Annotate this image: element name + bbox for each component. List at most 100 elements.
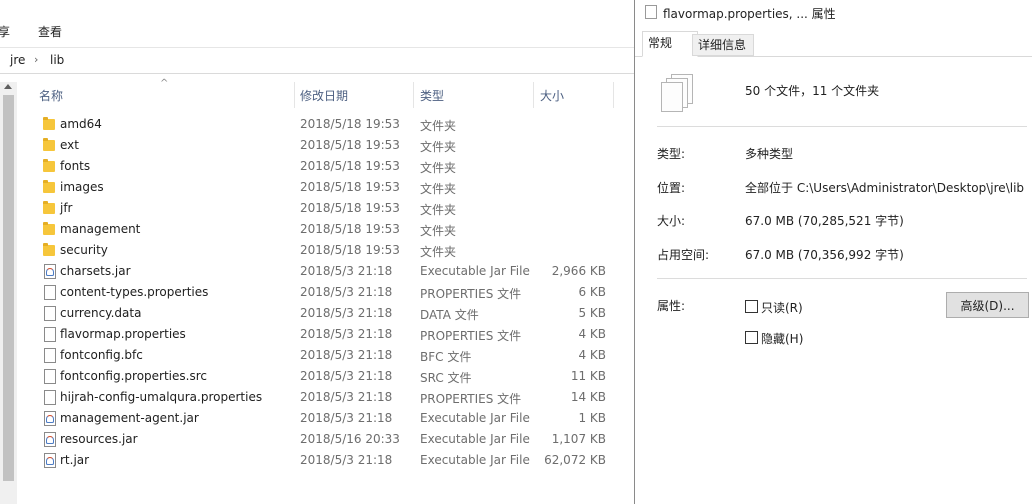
file-name: fonts bbox=[60, 159, 91, 173]
file-row[interactable]: ext 2018/5/18 19:53 文件夹 bbox=[17, 135, 617, 156]
file-date: 2018/5/18 19:53 bbox=[300, 159, 400, 173]
folder-icon bbox=[41, 200, 57, 216]
file-type: SRC 文件 bbox=[420, 371, 472, 385]
file-row[interactable]: security 2018/5/18 19:53 文件夹 bbox=[17, 240, 617, 261]
column-header-type[interactable]: 类型 bbox=[420, 87, 444, 104]
file-date: 2018/5/16 20:33 bbox=[300, 432, 400, 446]
type-value: 多种类型 bbox=[745, 147, 794, 161]
file-date: 2018/5/3 21:18 bbox=[300, 453, 393, 467]
file-row[interactable]: management 2018/5/18 19:53 文件夹 bbox=[17, 219, 617, 240]
file-name: management-agent.jar bbox=[60, 411, 199, 425]
file-size: 6 KB bbox=[578, 285, 606, 299]
file-name: management bbox=[60, 222, 141, 236]
file-name: fontconfig.properties.src bbox=[60, 369, 207, 383]
file-size: 11 KB bbox=[570, 369, 606, 383]
file-name: resources.jar bbox=[60, 432, 138, 446]
folder-icon bbox=[41, 221, 57, 237]
column-header-size[interactable]: 大小 bbox=[540, 87, 564, 104]
file-type: Executable Jar File bbox=[420, 411, 530, 425]
ribbon-tab-view[interactable]: 查看 bbox=[38, 23, 62, 40]
dialog-titlebar[interactable]: flavormap.properties, ... 属性 bbox=[635, 0, 1032, 26]
scroll-thumb[interactable] bbox=[3, 95, 14, 481]
file-date: 2018/5/18 19:53 bbox=[300, 201, 400, 215]
tab-details[interactable]: 详细信息 bbox=[692, 34, 754, 56]
scroll-up-arrow-icon[interactable] bbox=[4, 84, 12, 89]
file-explorer: 享 查看 jre › lib ^ 名称 修改日期 类型 大小 amd64 2018… bbox=[0, 0, 634, 504]
file-name: rt.jar bbox=[60, 453, 90, 467]
file-type: 文件夹 bbox=[420, 182, 457, 196]
hidden-checkbox[interactable] bbox=[745, 331, 758, 344]
file-row[interactable]: resources.jar 2018/5/16 20:33 Executable J… bbox=[17, 429, 617, 450]
divider bbox=[657, 126, 1027, 127]
file-name: fontconfig.bfc bbox=[60, 348, 143, 362]
file-icon bbox=[41, 347, 57, 363]
file-type: 文件夹 bbox=[420, 161, 457, 175]
file-type: 文件夹 bbox=[420, 119, 457, 133]
file-name: content-types.properties bbox=[60, 285, 209, 299]
size-value: 67.0 MB (70,285,521 字节) bbox=[745, 214, 904, 228]
multiple-files-icon bbox=[661, 74, 695, 112]
file-row[interactable]: charsets.jar 2018/5/3 21:18 Executable Jar… bbox=[17, 261, 617, 282]
column-header-name[interactable]: 名称 bbox=[39, 87, 63, 104]
location-value: 全部位于 C:\Users\Administrator\Desktop\jre\… bbox=[745, 181, 1025, 195]
file-icon bbox=[645, 5, 657, 19]
file-size: 1,107 KB bbox=[551, 432, 606, 446]
advanced-button[interactable]: 高级(D)... bbox=[946, 292, 1029, 318]
tab-strip: 常规 详细信息 bbox=[635, 31, 1032, 57]
hidden-label[interactable]: 隐藏(H) bbox=[761, 330, 803, 347]
file-date: 2018/5/3 21:18 bbox=[300, 306, 393, 320]
readonly-checkbox[interactable] bbox=[745, 300, 758, 313]
file-row[interactable]: management-agent.jar 2018/5/3 21:18 Execut… bbox=[17, 408, 617, 429]
file-row[interactable]: flavormap.properties 2018/5/3 21:18 PROPER… bbox=[17, 324, 617, 345]
file-row[interactable]: amd64 2018/5/18 19:53 文件夹 bbox=[17, 114, 617, 135]
file-row[interactable]: rt.jar 2018/5/3 21:18 Executable Jar File 6… bbox=[17, 450, 617, 471]
file-row[interactable]: fontconfig.properties.src 2018/5/3 21:18 S… bbox=[17, 366, 617, 387]
column-headers: 名称 修改日期 类型 大小 bbox=[17, 82, 634, 108]
file-size: 5 KB bbox=[578, 306, 606, 320]
file-row[interactable]: fonts 2018/5/18 19:53 文件夹 bbox=[17, 156, 617, 177]
file-type: Executable Jar File bbox=[420, 432, 530, 446]
file-date: 2018/5/18 19:53 bbox=[300, 117, 400, 131]
file-row[interactable]: fontconfig.bfc 2018/5/3 21:18 BFC 文件 4 KB bbox=[17, 345, 617, 366]
breadcrumb-lib[interactable]: lib bbox=[50, 53, 64, 67]
disk-size-value: 67.0 MB (70,356,992 字节) bbox=[745, 248, 904, 262]
jar-icon bbox=[41, 410, 57, 426]
disk-size-label: 占用空间: bbox=[657, 248, 710, 262]
file-size: 2,966 KB bbox=[551, 264, 606, 278]
file-icon bbox=[41, 305, 57, 321]
file-row[interactable]: images 2018/5/18 19:53 文件夹 bbox=[17, 177, 617, 198]
file-icon bbox=[41, 368, 57, 384]
folder-icon bbox=[41, 242, 57, 258]
vertical-scrollbar[interactable] bbox=[0, 82, 17, 504]
location-label: 位置: bbox=[657, 181, 686, 195]
address-bar[interactable]: jre › lib bbox=[0, 49, 634, 74]
file-size: 4 KB bbox=[578, 327, 606, 341]
properties-dialog: flavormap.properties, ... 属性 常规 详细信息 50 … bbox=[634, 0, 1032, 504]
column-divider[interactable] bbox=[613, 82, 614, 108]
divider bbox=[657, 278, 1027, 279]
readonly-label[interactable]: 只读(R) bbox=[761, 299, 803, 316]
file-date: 2018/5/18 19:53 bbox=[300, 243, 400, 257]
file-date: 2018/5/3 21:18 bbox=[300, 411, 393, 425]
file-name: flavormap.properties bbox=[60, 327, 186, 341]
ribbon-tab-share[interactable]: 享 bbox=[0, 23, 10, 40]
file-type: DATA 文件 bbox=[420, 308, 479, 322]
file-type: 文件夹 bbox=[420, 245, 457, 259]
selection-summary: 50 个文件，11 个文件夹 bbox=[745, 84, 880, 98]
breadcrumb-jre[interactable]: jre bbox=[10, 53, 25, 67]
column-header-date[interactable]: 修改日期 bbox=[300, 87, 348, 104]
file-type: Executable Jar File bbox=[420, 453, 530, 467]
column-divider[interactable] bbox=[413, 82, 414, 108]
file-row[interactable]: jfr 2018/5/18 19:53 文件夹 bbox=[17, 198, 617, 219]
file-type: PROPERTIES 文件 bbox=[420, 329, 522, 343]
tab-general[interactable]: 常规 bbox=[642, 31, 698, 57]
file-row[interactable]: hijrah-config-umalqura.properties 2018/5/… bbox=[17, 387, 617, 408]
column-divider[interactable] bbox=[294, 82, 295, 108]
file-date: 2018/5/3 21:18 bbox=[300, 369, 393, 383]
file-row[interactable]: currency.data 2018/5/3 21:18 DATA 文件 5 KB bbox=[17, 303, 617, 324]
column-divider[interactable] bbox=[533, 82, 534, 108]
file-row[interactable]: content-types.properties 2018/5/3 21:18 PR… bbox=[17, 282, 617, 303]
folder-icon bbox=[41, 137, 57, 153]
file-date: 2018/5/3 21:18 bbox=[300, 348, 393, 362]
file-name: ext bbox=[60, 138, 79, 152]
